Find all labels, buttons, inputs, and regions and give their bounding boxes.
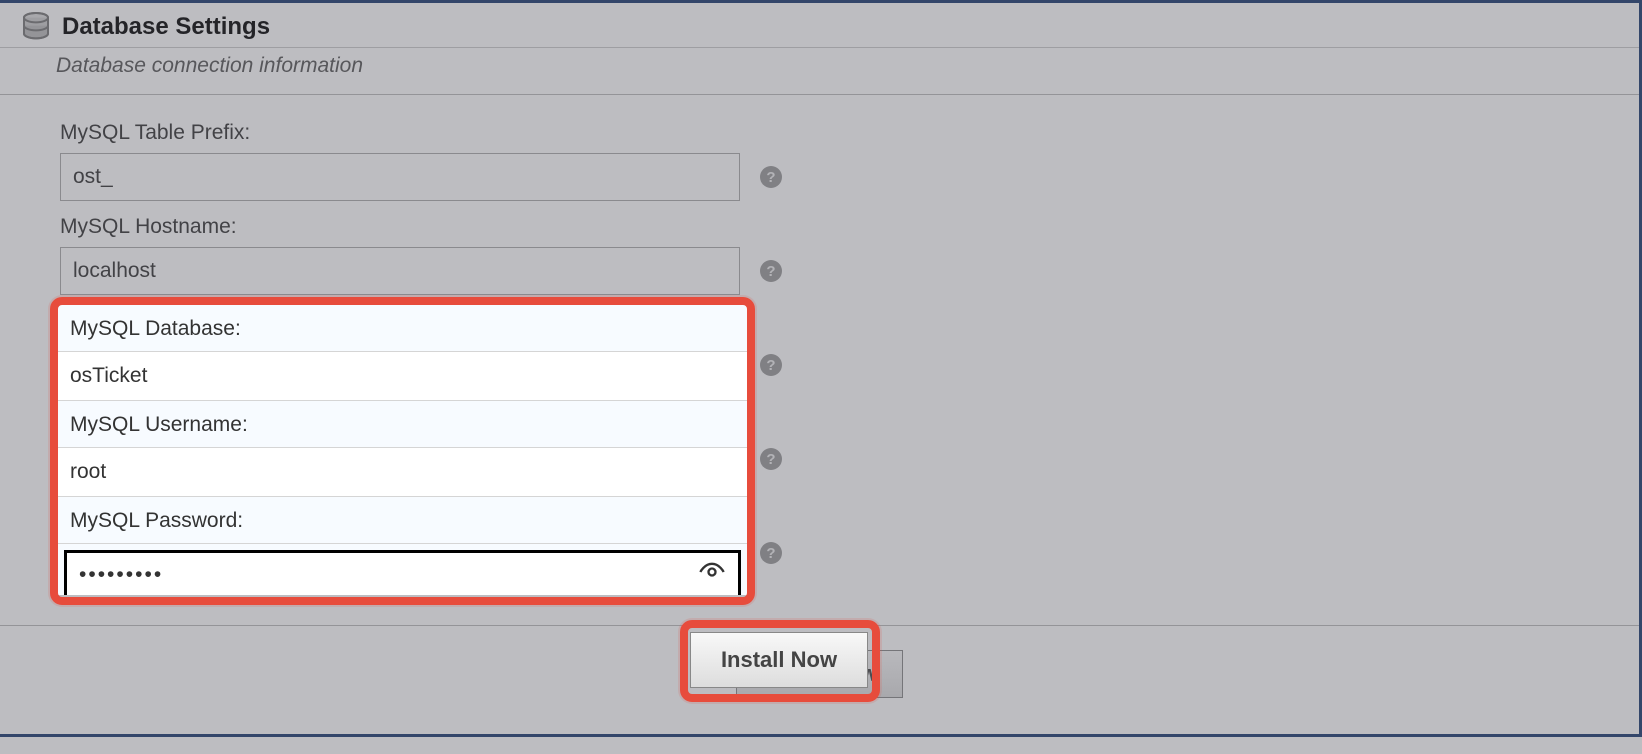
username-value[interactable]: root	[58, 448, 747, 497]
hostname-input[interactable]	[60, 247, 740, 295]
database-value[interactable]: osTicket	[58, 352, 747, 401]
help-icon[interactable]: ?	[760, 542, 782, 564]
install-now-button[interactable]: Install Now	[690, 632, 868, 688]
database-icon	[20, 11, 52, 43]
section-subtitle: Database connection information	[0, 48, 1639, 95]
password-input-focused[interactable]: •••••••••	[64, 550, 741, 595]
database-label: MySQL Database:	[58, 305, 747, 352]
prefix-input[interactable]	[60, 153, 740, 201]
help-icon[interactable]: ?	[760, 166, 782, 188]
eye-icon[interactable]	[698, 558, 726, 592]
section-header: Database Settings	[0, 3, 1639, 48]
hostname-label: MySQL Hostname:	[60, 209, 1619, 239]
password-dots: •••••••••	[79, 563, 163, 587]
help-icon[interactable]: ?	[760, 354, 782, 376]
help-icon[interactable]: ?	[760, 448, 782, 470]
highlighted-fields-region: MySQL Database: osTicket MySQL Username:…	[58, 305, 747, 595]
highlighted-button-region: Install Now	[690, 632, 868, 688]
password-label: MySQL Password:	[58, 497, 747, 544]
field-row-hostname: MySQL Hostname: ?	[60, 209, 1619, 295]
username-label: MySQL Username:	[58, 401, 747, 448]
field-row-prefix: MySQL Table Prefix: ?	[60, 115, 1619, 201]
section-title: Database Settings	[62, 13, 270, 41]
prefix-label: MySQL Table Prefix:	[60, 115, 1619, 145]
help-icon[interactable]: ?	[760, 260, 782, 282]
